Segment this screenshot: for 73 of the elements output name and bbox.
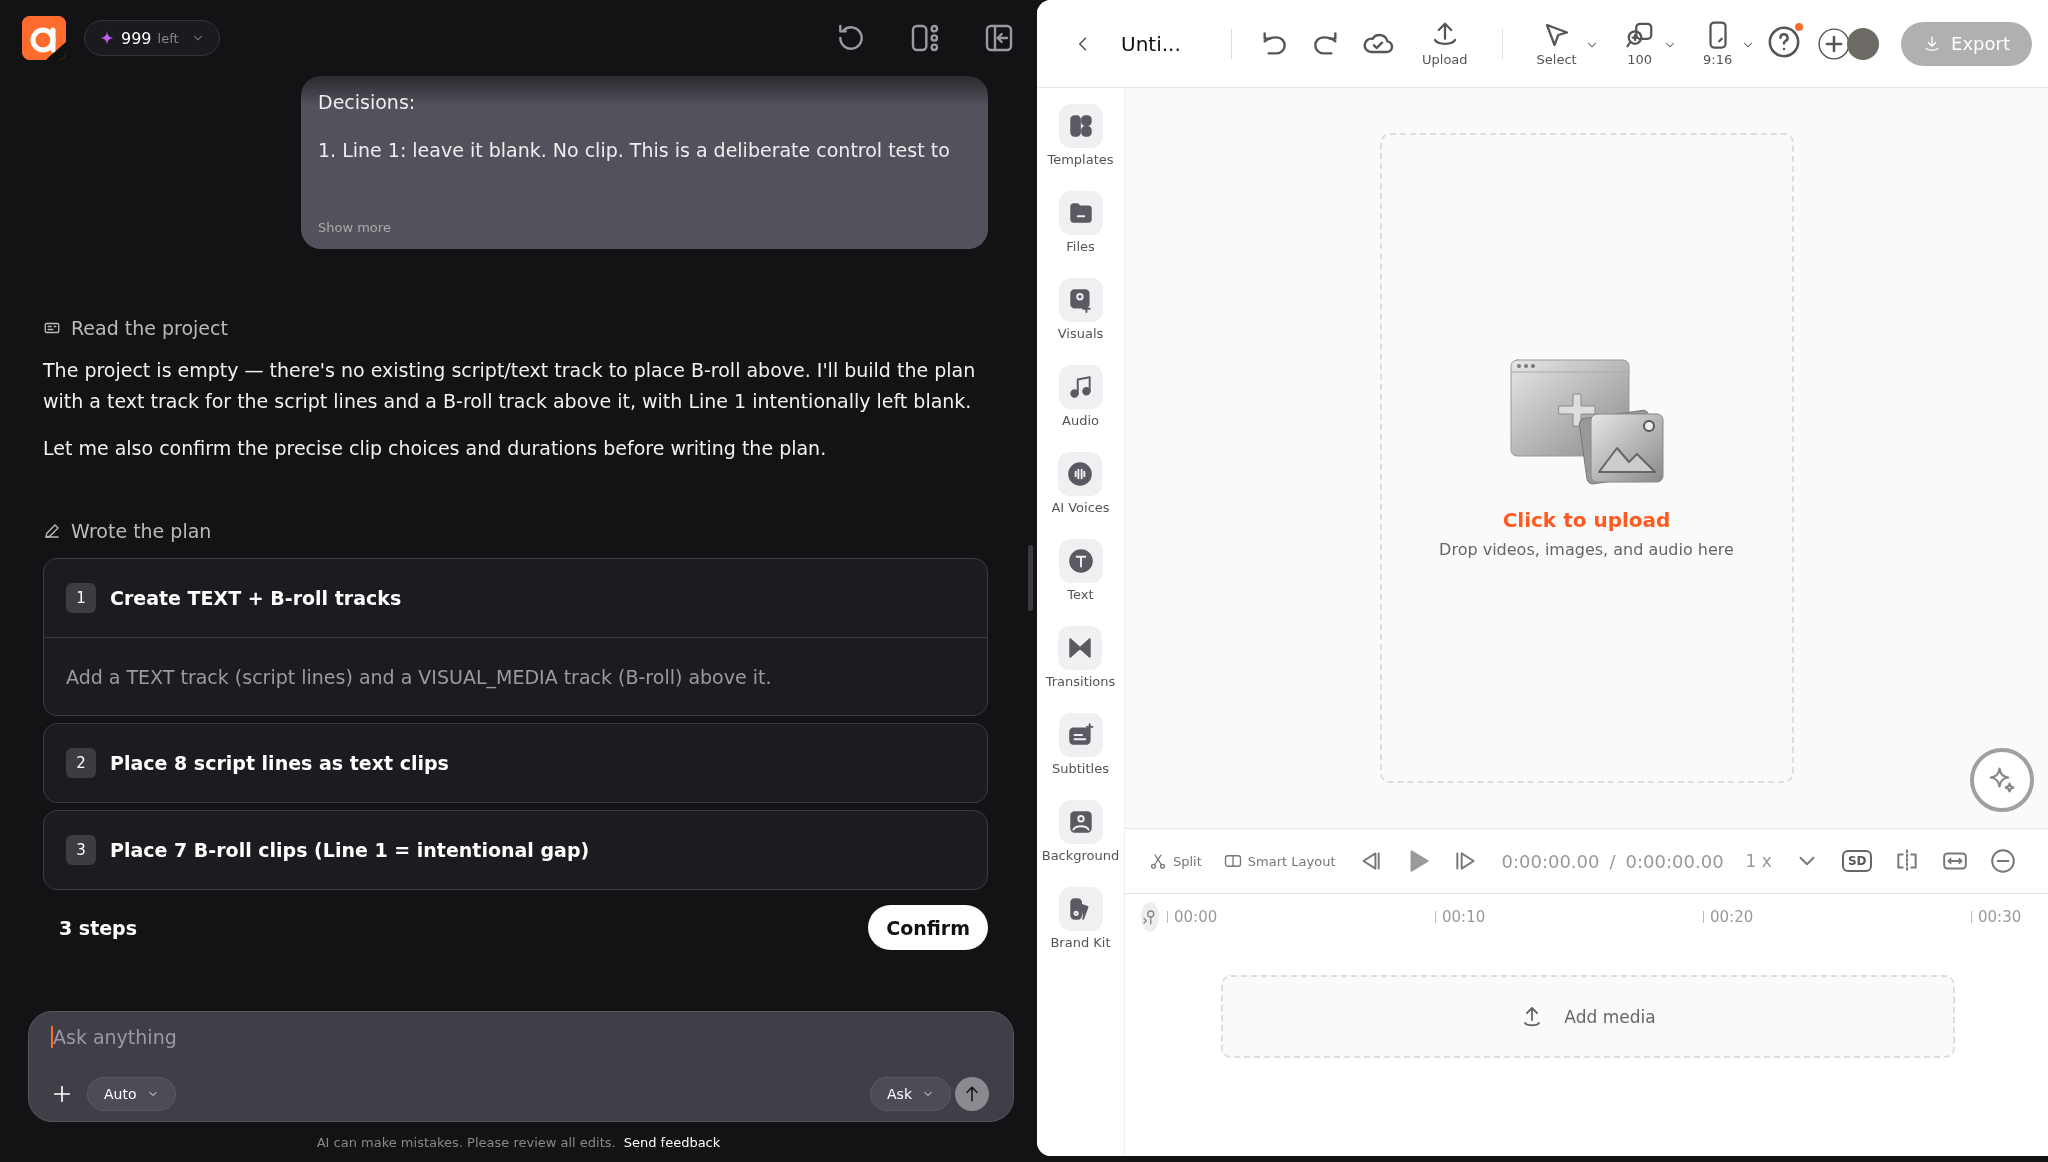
layout-split-icon bbox=[1223, 852, 1242, 870]
zoom-in-icon bbox=[1624, 20, 1655, 50]
current-time: 0:00:00.00 bbox=[1501, 850, 1600, 872]
add-media-button[interactable]: Add media bbox=[1221, 975, 1955, 1058]
layout-icon[interactable] bbox=[909, 22, 941, 54]
disclaimer-text: AI can make mistakes. Please review all edits. bbox=[316, 1134, 616, 1150]
collapse-panel-icon[interactable] bbox=[983, 22, 1015, 54]
time-separator: / bbox=[1609, 850, 1616, 872]
message-input[interactable]: Ask anything Auto Ask bbox=[28, 1011, 1014, 1122]
pencil-icon bbox=[43, 522, 61, 540]
templates-icon bbox=[1067, 113, 1094, 139]
toolbar-button[interactable]: 100 bbox=[1624, 20, 1655, 67]
credit-label: left bbox=[157, 30, 179, 46]
feedback-link[interactable]: Send feedback bbox=[623, 1134, 721, 1150]
scissors-icon bbox=[1149, 852, 1167, 870]
toolbar-button[interactable]: Select bbox=[1536, 20, 1577, 67]
marker-button[interactable] bbox=[1141, 902, 1159, 932]
smart-layout-button[interactable]: Smart Layout bbox=[1223, 852, 1336, 870]
time-tick: 00:10 bbox=[1435, 911, 1703, 923]
credits-button[interactable]: 999 left bbox=[84, 20, 220, 56]
step-number: 2 bbox=[66, 748, 96, 778]
sidebar-item[interactable]: Background bbox=[1041, 800, 1120, 863]
step-title: Place 8 script lines as text clips bbox=[110, 752, 449, 774]
project-title[interactable]: Unti... bbox=[1121, 31, 1215, 56]
step-detail: Add a TEXT track (script lines) and a VISUAL_MEDIA track (B-roll) above it. bbox=[44, 637, 987, 715]
step-title: Create TEXT + B-roll tracks bbox=[110, 587, 402, 609]
ask-dropdown[interactable]: Ask bbox=[870, 1077, 951, 1111]
step-title: Place 7 B-roll clips (Line 1 = intentional gap) bbox=[110, 839, 590, 861]
sound-wave-icon bbox=[1067, 461, 1094, 487]
time-tick: 00:00 bbox=[1167, 911, 1435, 923]
app-logo-icon[interactable] bbox=[22, 16, 66, 60]
bowtie-icon bbox=[1067, 635, 1094, 661]
sparkle-icon bbox=[1987, 765, 2017, 795]
activity-label: Read the project bbox=[71, 317, 228, 339]
subtitles-icon bbox=[1067, 722, 1094, 748]
plan-step-card[interactable]: 1 Create TEXT + B-roll tracks Add a TEXT track (script lines) and a VISUAL_MEDIA track (B-roll) above it. bbox=[43, 558, 988, 716]
plan-step-card[interactable]: 3 Place 7 B-roll clips (Line 1 = intentional gap) bbox=[43, 810, 988, 890]
send-button[interactable] bbox=[955, 1077, 989, 1111]
sidebar-item[interactable]: Transitions bbox=[1045, 626, 1116, 689]
upload-hint: Drop videos, images, and audio here bbox=[1439, 539, 1734, 559]
toolbar-button[interactable]: Upload bbox=[1422, 20, 1468, 67]
message-text: Decisions: bbox=[318, 90, 417, 114]
step-number: 1 bbox=[66, 583, 96, 613]
step-count: 3 steps bbox=[59, 916, 138, 939]
activity-label: Wrote the plan bbox=[71, 520, 212, 542]
message-text: The project is empty — there's no existing script/text track to place B-roll above. I'll build the plan with a text track for the script lines and a B-roll track above it, with Line 1 intentionally left blank. bbox=[43, 358, 977, 414]
notification-dot bbox=[1795, 22, 1804, 31]
time-tick: 00:30 bbox=[1971, 911, 2048, 923]
total-time: 0:00:00.00 bbox=[1625, 850, 1724, 872]
quality-badge[interactable]: SD bbox=[1841, 850, 1873, 872]
image-add-icon bbox=[1067, 287, 1094, 313]
download-icon bbox=[1923, 34, 1942, 53]
help-icon[interactable] bbox=[1767, 24, 1802, 59]
time-tick: 00:20 bbox=[1703, 911, 1971, 923]
avatar[interactable] bbox=[1847, 27, 1880, 60]
upload-dropzone[interactable]: Click to upload Drop videos, images, and audio here bbox=[1379, 133, 1794, 783]
scrollbar[interactable] bbox=[1028, 545, 1033, 611]
step-number: 3 bbox=[66, 835, 96, 865]
split-button[interactable]: Split bbox=[1149, 852, 1202, 870]
toolbar-button[interactable]: 9:16 bbox=[1702, 20, 1733, 67]
background-image-icon bbox=[1067, 809, 1094, 835]
plan-step-card[interactable]: 2 Place 8 script lines as text clips bbox=[43, 723, 988, 803]
mode-dropdown[interactable]: Auto bbox=[87, 1077, 176, 1111]
message-text: Let me also confirm the precise clip choices and durations before writing the plan. bbox=[43, 436, 828, 461]
music-note-icon bbox=[1067, 374, 1094, 400]
add-icon[interactable] bbox=[51, 1083, 73, 1105]
zoom-out-icon[interactable] bbox=[1990, 848, 2017, 874]
folder-icon bbox=[1067, 200, 1094, 226]
message-text: 1. Line 1: leave it blank. No clip. This is a deliberate control test to bbox=[318, 138, 951, 162]
credit-count: 999 bbox=[121, 28, 152, 48]
confirm-button[interactable]: Confirm bbox=[868, 905, 988, 950]
text-icon bbox=[1067, 548, 1094, 574]
sidebar-item[interactable]: Templates bbox=[1047, 104, 1114, 167]
